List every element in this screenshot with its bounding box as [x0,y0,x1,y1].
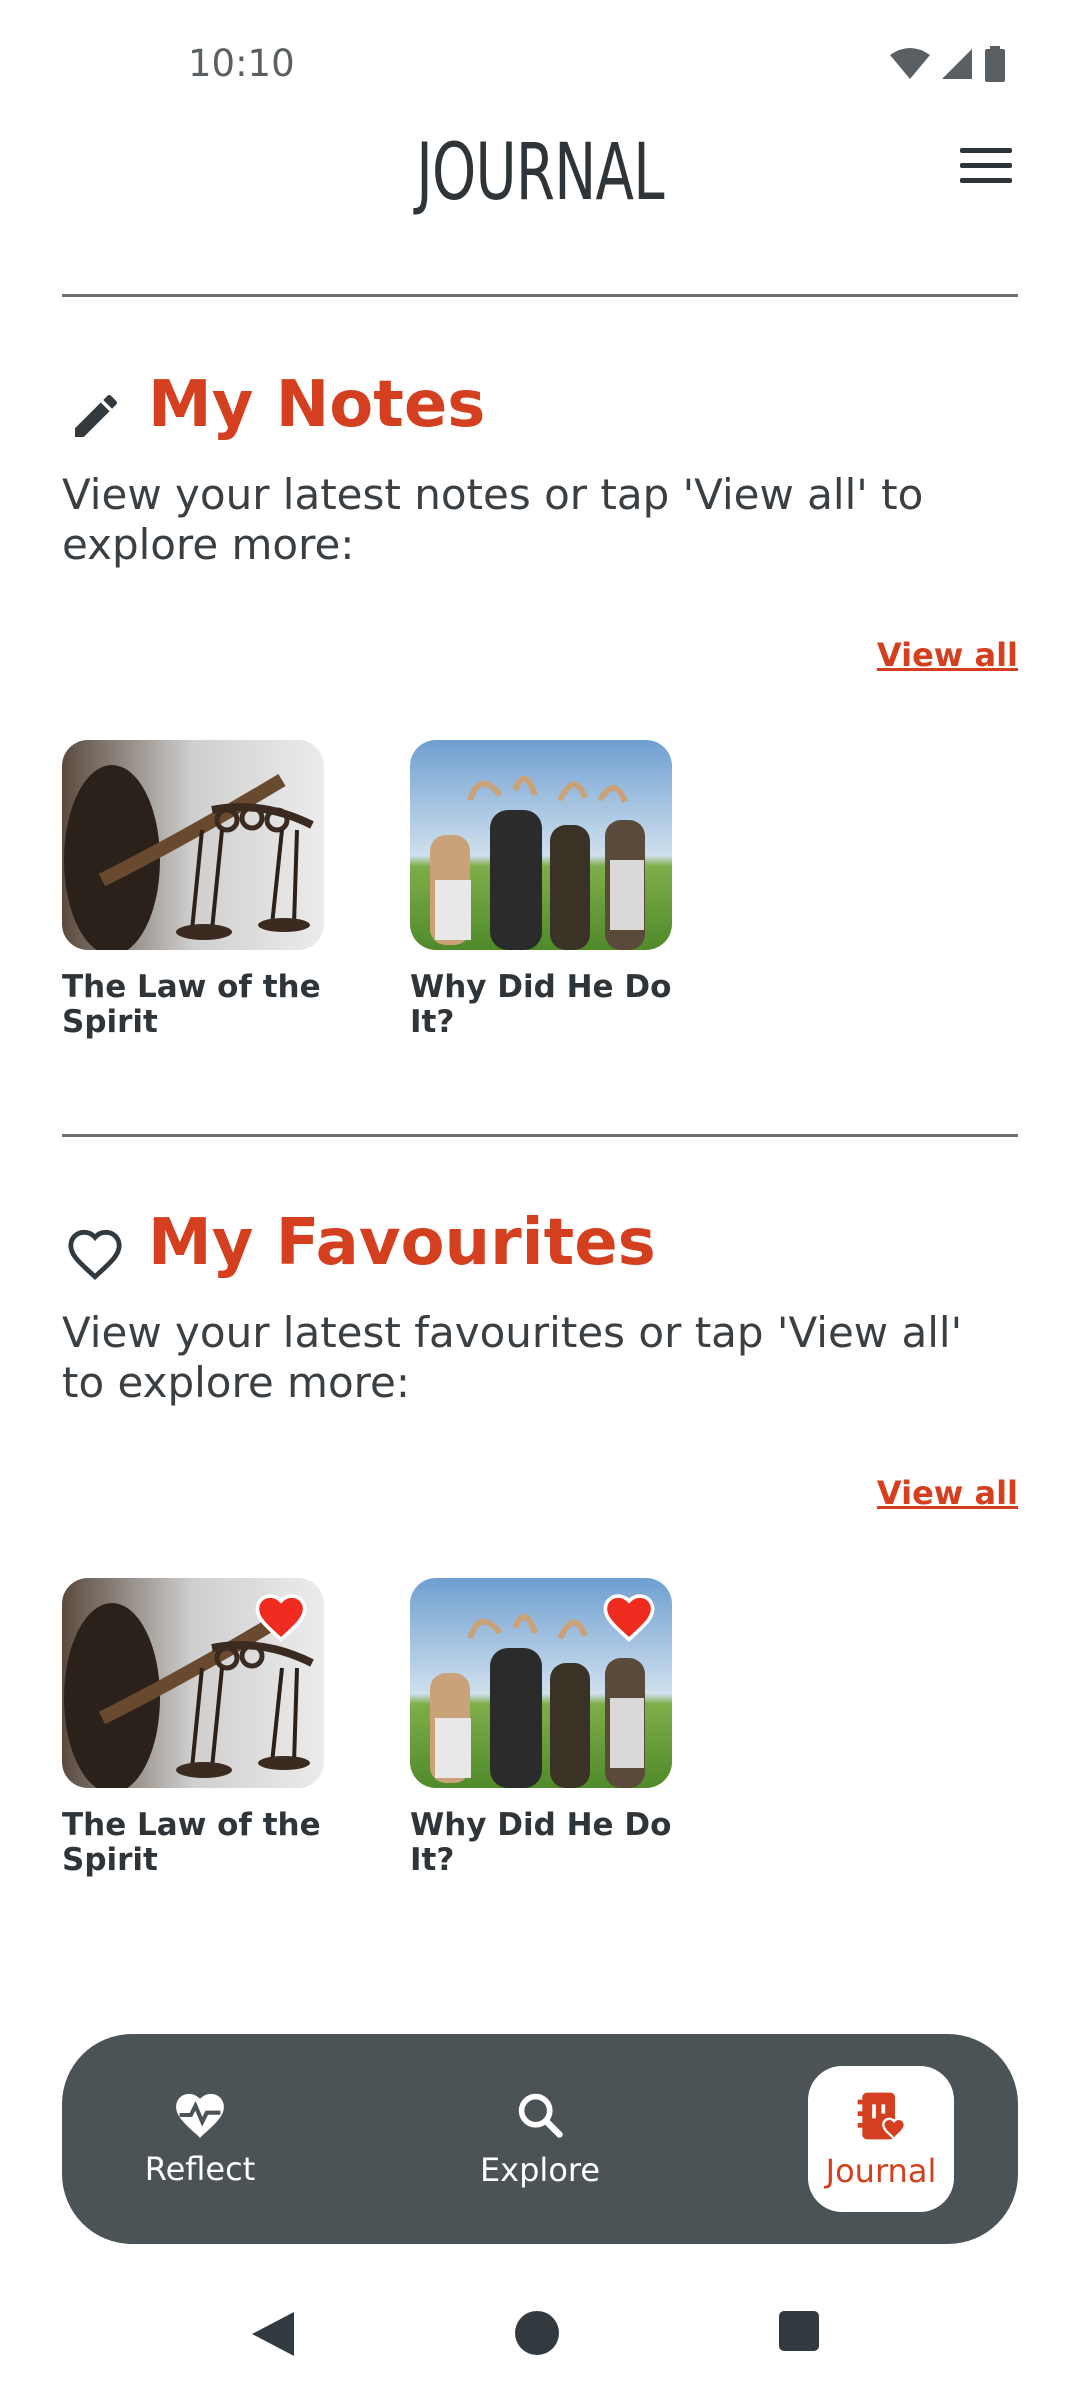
page-title: JOURNAL [416,128,664,218]
heart-outline-icon [68,1229,122,1281]
nav-label: Explore [479,2151,601,2189]
recents-icon[interactable] [778,2310,820,2352]
note-card-title: Why Did He Do It? [410,969,672,1040]
favourites-description: View your latest favourites or tap 'View… [62,1308,963,1407]
favourite-card-why-did-he-do-it[interactable]: Why Did He Do It? [410,1578,672,1878]
favourite-card-title: Why Did He Do It? [410,1807,672,1878]
section-divider [62,1134,1018,1137]
notes-view-all-link[interactable]: View all [877,636,1018,674]
journal-icon [857,2092,906,2142]
favourite-heart-icon[interactable] [602,1592,656,1642]
status-icons [890,46,1006,82]
note-card-law-of-spirit[interactable]: The Law of the Spirit [62,740,324,1040]
menu-icon [960,148,1012,153]
favourite-heart-icon[interactable] [254,1592,308,1642]
header-divider [62,294,1018,297]
note-thumbnail-friends [410,740,672,950]
nav-item-reflect[interactable]: Reflect [122,2034,278,2244]
note-card-why-did-he-do-it[interactable]: Why Did He Do It? [410,740,672,1040]
cellular-signal-icon [942,49,972,79]
bottom-navigation: Reflect Explore Journal [62,2034,1018,2244]
favourites-view-all-link[interactable]: View all [877,1474,1018,1512]
heart-pulse-icon [176,2093,224,2138]
note-card-title: The Law of the Spirit [62,969,321,1040]
favourite-thumbnail-scales [62,1578,324,1788]
status-time: 10:10 [188,42,295,85]
note-thumbnail-scales [62,740,324,950]
menu-button[interactable] [960,148,1012,188]
nav-item-explore[interactable]: Explore [462,2034,618,2244]
search-icon [518,2093,563,2138]
favourite-thumbnail-friends [410,1578,672,1788]
nav-label: Reflect [144,2150,256,2188]
nav-label: Journal [825,2152,937,2190]
favourites-section-title: My Favourites [148,1206,656,1280]
home-icon[interactable] [514,2310,560,2356]
nav-item-journal[interactable]: Journal [808,2066,954,2212]
battery-icon [985,46,1005,82]
notes-description: View your latest notes or tap 'View all'… [62,470,924,569]
back-icon[interactable] [250,2310,296,2358]
notes-section-title: My Notes [148,368,486,442]
pencil-icon [75,394,118,437]
favourite-card-title: The Law of the Spirit [62,1807,321,1878]
favourite-card-law-of-spirit[interactable]: The Law of the Spirit [62,1578,324,1878]
wifi-icon [890,48,930,79]
